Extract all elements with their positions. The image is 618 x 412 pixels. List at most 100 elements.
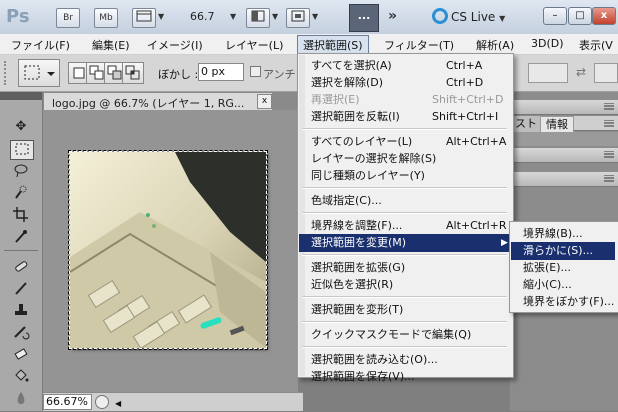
chevron-down-icon[interactable]: ▼ — [312, 12, 318, 21]
menu-select[interactable]: 選択範囲(S) — [297, 35, 369, 55]
select-menu-item[interactable]: すべてのレイヤー(L) Alt+Ctrl+A — [299, 133, 510, 151]
more-workspaces-button[interactable]: ... — [349, 4, 379, 32]
status-info-icon[interactable] — [95, 395, 109, 409]
chevron-down-icon: ▼ — [499, 14, 506, 23]
quick-selection-tool-icon[interactable] — [10, 184, 32, 202]
marquee-tool-icon[interactable] — [10, 140, 34, 160]
select-menu-item[interactable]: すべてを選択(A) Ctrl+A — [299, 57, 510, 75]
screen-mode-button[interactable] — [286, 8, 310, 28]
modify-submenu-item[interactable]: 境界をぼかす(F)... — [511, 293, 615, 311]
double-chevron-icon[interactable]: » — [388, 8, 397, 24]
select-menu-item[interactable]: 選択範囲を読み込む(O)... — [299, 351, 510, 369]
close-button[interactable]: x — [592, 7, 616, 25]
panel-header[interactable] — [510, 148, 618, 163]
menu-item-label: 選択範囲を保存(V)... — [311, 370, 415, 383]
menu-edit[interactable]: 編集(E) — [92, 37, 130, 53]
swap-icon[interactable]: ⇄ — [576, 65, 586, 79]
brush-tool-icon[interactable] — [10, 280, 32, 298]
width-field[interactable] — [528, 63, 568, 83]
intersect-selection-button[interactable] — [122, 62, 144, 84]
crop-tool-icon[interactable] — [10, 206, 32, 224]
menu-analysis[interactable]: 解析(A) — [476, 37, 514, 53]
cs-live-icon — [432, 8, 448, 24]
modify-submenu-item[interactable]: 縮小(C)... — [511, 276, 615, 294]
lasso-tool-icon[interactable] — [10, 162, 32, 180]
healing-brush-tool-icon[interactable] — [10, 258, 32, 276]
menu-bar: ファイル(F) 編集(E) イメージ(I) レイヤー(L) 選択範囲(S) フィ… — [0, 34, 618, 55]
menu-item-label: 選択範囲を変形(T) — [311, 303, 404, 316]
modify-submenu-item[interactable]: 拡張(E)... — [511, 259, 615, 277]
modify-submenu-item[interactable]: 滑らかに(S)... — [511, 242, 615, 260]
select-menu-item[interactable]: 選択範囲を反転(I) Shift+Ctrl+I — [299, 108, 510, 126]
menu-item-shortcut: Alt+Ctrl+R — [446, 219, 507, 232]
menu-item-label: 同じ種類のレイヤー(Y) — [311, 169, 425, 182]
eyedropper-tool-icon[interactable] — [10, 228, 32, 246]
options-grip[interactable] — [4, 61, 14, 85]
view-extras-button[interactable] — [132, 8, 156, 28]
select-menu-item[interactable]: クイックマスクモードで編集(Q) — [299, 326, 510, 344]
select-menu-item[interactable]: 選択を解除(D) Ctrl+D — [299, 74, 510, 92]
menu-image[interactable]: イメージ(I) — [147, 37, 203, 53]
menu-item-label: 境界をぼかす(F)... — [523, 295, 615, 308]
tool-strip-header[interactable] — [0, 92, 42, 100]
panel-header[interactable] — [510, 172, 618, 187]
menu-item-label: すべてのレイヤー(L) — [311, 135, 413, 148]
menu-filter[interactable]: フィルター(T) — [384, 37, 454, 53]
arrange-documents-button[interactable] — [246, 8, 270, 28]
minimize-button[interactable]: – — [543, 7, 567, 25]
select-menu-item[interactable]: 選択範囲を拡張(G) — [299, 259, 510, 277]
select-menu-item[interactable]: 選択範囲を保存(V)... — [299, 368, 510, 386]
select-menu-item[interactable]: 選択範囲を変形(T) — [299, 301, 510, 319]
maximize-button[interactable]: □ — [568, 7, 592, 25]
tool-preset-picker[interactable] — [18, 59, 60, 87]
chevron-left-icon[interactable]: ◀ — [115, 399, 121, 408]
document-tab[interactable]: logo.jpg @ 66.7% (レイヤー 1, RG... x — [43, 92, 274, 111]
select-menu-item[interactable]: 境界線を調整(F)... Alt+Ctrl+R — [299, 217, 510, 235]
select-menu-item[interactable]: 色域指定(C)... — [299, 192, 510, 210]
close-icon[interactable]: x — [257, 94, 272, 109]
eraser-tool-icon[interactable] — [10, 346, 32, 364]
status-zoom-field[interactable]: 66.67% — [43, 394, 92, 410]
menu-item-label: 境界線(B)... — [523, 227, 583, 240]
panel-tab-partial[interactable]: スト — [510, 116, 542, 132]
selection-marquee[interactable] — [68, 150, 268, 350]
chevron-down-icon[interactable]: ▼ — [158, 12, 164, 21]
menu-file[interactable]: ファイル(F) — [11, 37, 70, 53]
paint-bucket-tool-icon[interactable] — [10, 368, 32, 386]
cs-live-menu[interactable]: CS Live ▼ — [432, 8, 505, 24]
zoom-level[interactable]: 66.7 — [190, 10, 215, 23]
height-field[interactable] — [594, 63, 618, 83]
panel-menu-icon[interactable] — [604, 151, 614, 159]
tool-strip: ✥ — [0, 92, 43, 411]
bridge-button[interactable]: Br — [56, 8, 80, 28]
antialias-checkbox[interactable] — [250, 66, 261, 77]
select-menu-item[interactable]: レイヤーの選択を解除(S) — [299, 150, 510, 168]
history-brush-tool-icon[interactable] — [10, 324, 32, 342]
panel-header[interactable] — [510, 100, 618, 115]
menu-item-label: 選択を解除(D) — [311, 76, 384, 89]
menu-layer[interactable]: レイヤー(L) — [225, 37, 283, 53]
mini-bridge-button[interactable]: Mb — [94, 8, 118, 28]
photoshop-logo: Ps — [6, 6, 30, 27]
feather-input[interactable]: 0 px — [198, 63, 244, 81]
menu-item-label: 拡張(E)... — [523, 261, 572, 274]
panel-menu-icon[interactable] — [604, 175, 614, 183]
panel-menu-icon[interactable] — [604, 103, 614, 111]
select-menu-item[interactable]: 近似色を選択(R) — [299, 276, 510, 294]
clone-stamp-tool-icon[interactable] — [10, 302, 32, 320]
panel-menu-icon[interactable] — [604, 120, 614, 128]
menu-separator — [302, 128, 507, 130]
blur-tool-icon[interactable] — [10, 390, 32, 408]
menu-3d[interactable]: 3D(D) — [531, 37, 564, 50]
move-tool-icon[interactable]: ✥ — [10, 118, 32, 136]
chevron-down-icon[interactable]: ▼ — [230, 12, 236, 21]
panel-tab-info[interactable]: 情報 — [540, 116, 574, 133]
modify-submenu-item[interactable]: 境界線(B)... — [511, 225, 615, 243]
select-menu-item[interactable]: 同じ種類のレイヤー(Y) — [299, 167, 510, 185]
menu-item-shortcut: Ctrl+A — [446, 59, 483, 72]
menu-separator — [302, 346, 507, 348]
menu-view[interactable]: 表示(V — [579, 37, 613, 53]
chevron-down-icon[interactable]: ▼ — [272, 12, 278, 21]
select-menu-item[interactable]: 選択範囲を変更(M) ▶ — [299, 234, 510, 252]
rect-marquee-icon — [24, 65, 55, 80]
